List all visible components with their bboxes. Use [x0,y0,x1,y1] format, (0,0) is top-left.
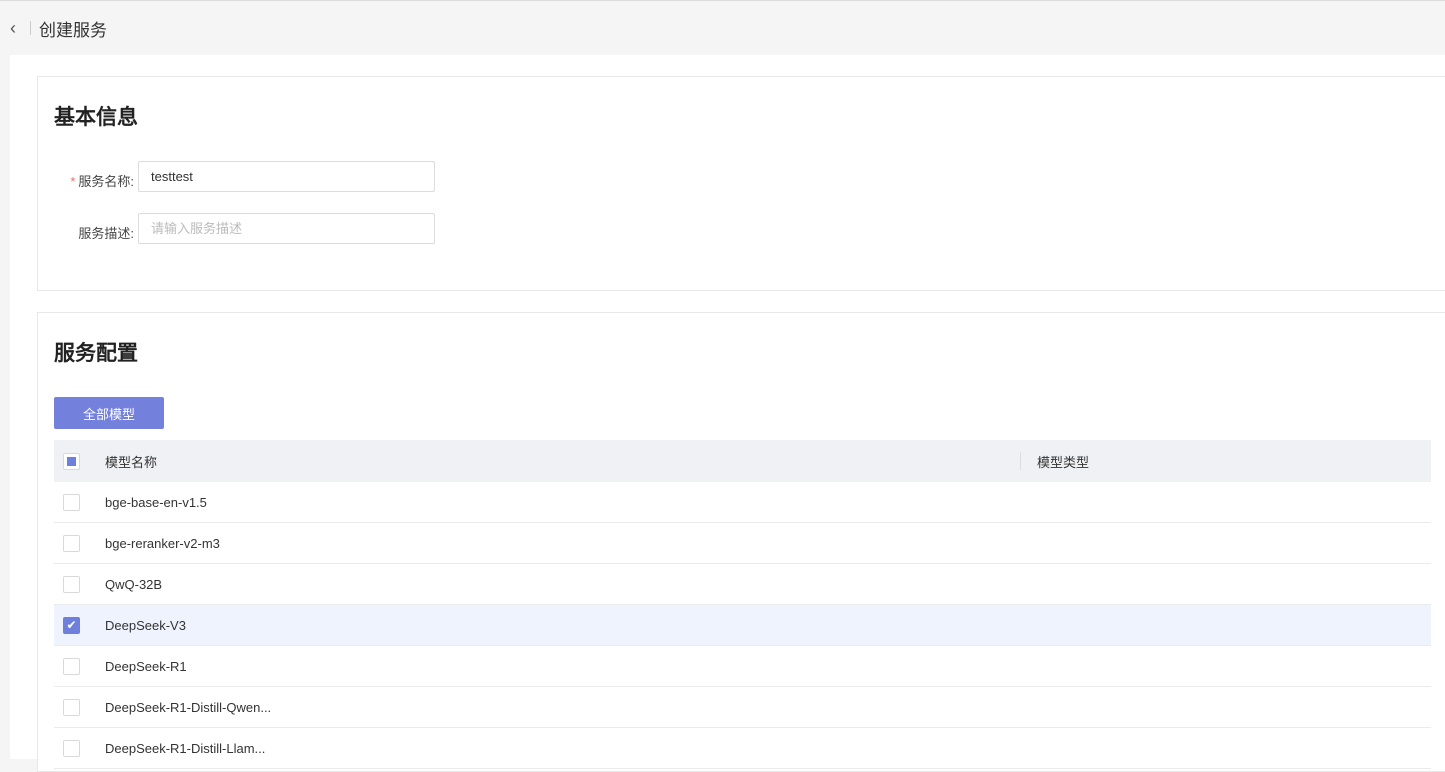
row-checkbox[interactable] [63,698,80,716]
models-table: 模型名称 模型类型 bge-base-en-v1.5 bge-reranker-v… [54,440,1431,769]
select-all-checkbox[interactable] [63,452,80,470]
table-row[interactable]: DeepSeek-R1 [54,646,1431,687]
top-bar: ‹ 创建服务 [0,0,1445,55]
page-title: 创建服务 [39,20,107,40]
column-divider[interactable] [1020,452,1021,470]
table-row[interactable]: QwQ-32B [54,564,1431,605]
model-name: QwQ-32B [105,576,163,592]
row-checkbox[interactable] [63,575,80,593]
row-checkbox[interactable] [63,739,80,757]
column-header-model-name: 模型名称 [105,454,158,470]
row-checkbox[interactable] [63,534,80,552]
service-desc-label: 服务描述: [78,226,134,241]
divider [30,21,31,35]
service-name-label: * 服务名称: [54,171,134,190]
service-name-input[interactable] [138,161,435,192]
required-mark: * [70,174,76,189]
model-name: bge-reranker-v2-m3 [105,535,220,551]
model-name: DeepSeek-R1-Distill-Llam... [105,740,266,756]
indeterminate-icon [67,456,76,466]
all-models-button[interactable]: 全部模型 [54,397,164,429]
table-row[interactable]: bge-reranker-v2-m3 [54,523,1431,564]
row-checkbox[interactable] [63,493,80,511]
table-row[interactable]: bge-base-en-v1.5 [54,482,1431,523]
label-text: 服务名称: [78,174,134,189]
table-row[interactable]: ✔ DeepSeek-V3 [54,605,1431,646]
section-title: 基本信息 [54,106,138,129]
row-checkbox[interactable]: ✔ [63,616,80,634]
main-content: 基本信息 *服务名称: 服务描述: 服务配置 全部模型 模型名称 模型类型 bg… [10,55,1445,772]
column-header-model-type: 模型类型 [1037,454,1090,470]
check-icon: ✔ [66,618,77,632]
back-chevron-icon[interactable]: ‹ [10,18,24,39]
basic-info-card: 基本信息 *服务名称: 服务描述: [37,76,1445,291]
section-title: 服务配置 [54,342,138,365]
table-row[interactable]: DeepSeek-R1-Distill-Llam... [54,728,1431,769]
model-name: DeepSeek-V3 [105,617,186,633]
service-config-card: 服务配置 全部模型 模型名称 模型类型 bge-base-en-v1.5 bge-… [37,312,1445,772]
model-name: DeepSeek-R1-Distill-Qwen... [105,699,272,715]
model-name: DeepSeek-R1 [105,658,187,674]
table-header: 模型名称 模型类型 [54,440,1431,482]
service-desc-input[interactable] [138,213,435,244]
row-checkbox[interactable] [63,657,80,675]
model-name: bge-base-en-v1.5 [105,494,207,510]
table-row[interactable]: DeepSeek-R1-Distill-Qwen... [54,687,1431,728]
